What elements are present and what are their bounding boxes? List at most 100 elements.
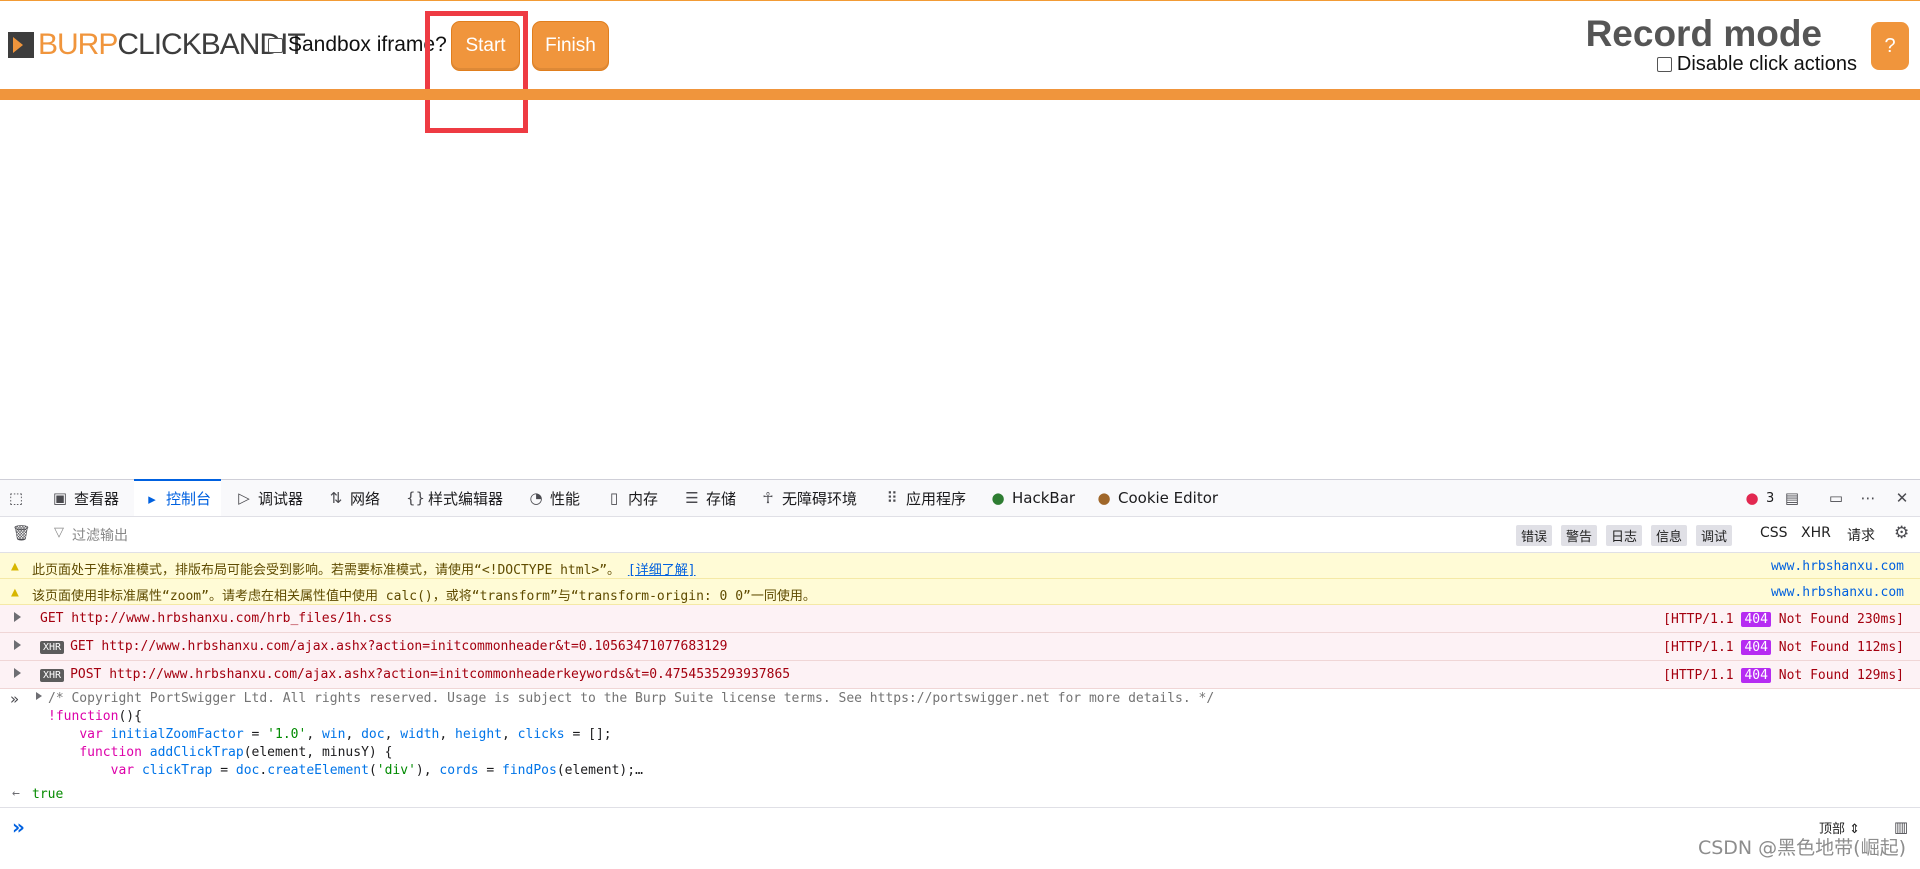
tab-label: 查看器 xyxy=(74,489,120,508)
level-error[interactable]: 错误 xyxy=(1516,525,1553,546)
tab-label: 存储 xyxy=(706,489,737,508)
warning-text: 该页面使用非标准属性“zoom”。请考虑在相关属性值中使用 calc()，或将“… xyxy=(32,589,816,604)
http-status: [HTTP/1.1 404 Not Found 112ms] xyxy=(1663,640,1904,655)
disable-click-actions-option[interactable]: Disable click actions xyxy=(1656,53,1857,76)
tab-label: HackBar xyxy=(1012,489,1076,507)
http-status: [HTTP/1.1 404 Not Found 129ms] xyxy=(1663,668,1904,683)
status-code-badge: 404 xyxy=(1741,668,1771,683)
more-options-icon[interactable]: ⋯ xyxy=(1860,480,1882,516)
console-code-input: /* Copyright PortSwigger Ltd. All rights… xyxy=(48,691,1215,778)
help-button[interactable]: ? xyxy=(1871,22,1909,70)
tab-memory[interactable]: ▯ 内存 xyxy=(606,480,658,516)
result-value: true xyxy=(32,787,64,802)
sandbox-label: Sandbox iframe? xyxy=(288,33,447,56)
console-warning-row: ▲ 该页面使用非标准属性“zoom”。请考虑在相关属性值中使用 calc()，或… xyxy=(0,579,1920,605)
trash-icon[interactable]: 🗑 xyxy=(12,524,31,542)
filter-input[interactable]: 过滤输出 xyxy=(72,525,128,545)
tab-label: 无障碍环境 xyxy=(782,489,858,508)
orange-divider xyxy=(0,89,1920,100)
braces-icon: {} xyxy=(406,489,426,507)
tab-label: Cookie Editor xyxy=(1118,489,1219,507)
accessibility-icon: ☥ xyxy=(762,489,774,507)
warning-icon: ▲ xyxy=(11,559,19,574)
http-version: [HTTP/1.1 xyxy=(1663,640,1734,655)
grid-icon: ⠿ xyxy=(886,489,898,507)
tab-label: 网络 xyxy=(350,489,381,508)
xhr-badge: XHR xyxy=(40,669,65,682)
error-counter[interactable]: ● 3 xyxy=(1744,480,1774,516)
finish-button[interactable]: Finish xyxy=(532,21,609,71)
close-devtools-icon[interactable]: ✕ xyxy=(1894,480,1916,516)
error-count: 3 xyxy=(1766,490,1775,506)
warning-message: 此页面处于准标准模式，排版布局可能会受到影响。若需要标准模式，请使用“<!DOC… xyxy=(32,559,696,578)
csdn-watermark: CSDN @黑色地带(崛起) xyxy=(1697,837,1906,859)
devtools-panel: ⬚ ▣ 查看器 ▸ 控制台 ▷ 调试器 ⇅ 网络 {} 样式编辑器 ◔ 性能 ▯ 内存 ☰ 存储… xyxy=(0,479,1920,869)
burp-logo-icon xyxy=(8,32,34,58)
filter-xhr[interactable]: XHR xyxy=(1801,525,1831,541)
request-text: GET http://www.hrbshanxu.com/hrb_files/1… xyxy=(40,611,393,626)
storage-icon: ☰ xyxy=(685,489,699,507)
tab-style-editor[interactable]: {} 样式编辑器 xyxy=(406,480,503,516)
warning-text: 此页面处于准标准模式，排版布局可能会受到影响。若需要标准模式，请使用“<!DOC… xyxy=(32,563,621,578)
source-link[interactable]: www.hrbshanxu.com xyxy=(1771,585,1904,600)
http-version: [HTTP/1.1 xyxy=(1663,668,1734,683)
expand-arrow-icon[interactable] xyxy=(14,612,21,622)
responsive-design-icon[interactable]: ▭ xyxy=(1828,480,1850,516)
console-icon: ▸ xyxy=(148,489,156,508)
input-chevron-icon: » xyxy=(10,690,20,708)
learn-more-link[interactable]: [详细了解] xyxy=(628,563,696,578)
console-error-row[interactable]: XHR GET http://www.hrbshanxu.com/ajax.ash… xyxy=(0,633,1920,661)
tab-accessibility[interactable]: ☥ 无障碍环境 xyxy=(760,480,857,516)
level-info[interactable]: 信息 xyxy=(1651,525,1688,546)
gauge-icon: ◔ xyxy=(529,489,543,507)
tab-application[interactable]: ⠿ 应用程序 xyxy=(884,480,967,516)
request-message: XHR GET http://www.hrbshanxu.com/ajax.ash… xyxy=(40,639,728,654)
network-icon: ⇅ xyxy=(329,489,343,507)
source-link[interactable]: www.hrbshanxu.com xyxy=(1771,559,1904,574)
filter-css[interactable]: CSS xyxy=(1760,525,1788,541)
expand-arrow-icon[interactable] xyxy=(36,692,42,700)
expand-arrow-icon[interactable] xyxy=(14,640,21,650)
split-console-icon[interactable]: ▤ xyxy=(1784,480,1806,516)
inspector-icon: ▣ xyxy=(52,489,68,507)
result-arrow-icon: ← xyxy=(12,786,20,801)
tab-hackbar[interactable]: ● HackBar xyxy=(990,480,1075,516)
mode-title: Record mode xyxy=(1585,13,1822,54)
console-error-row[interactable]: GET http://www.hrbshanxu.com/hrb_files/1… xyxy=(0,605,1920,633)
expand-arrow-icon[interactable] xyxy=(14,668,21,678)
tab-inspector[interactable]: ▣ 查看器 xyxy=(52,480,119,516)
level-warning[interactable]: 警告 xyxy=(1561,525,1598,546)
request-text: POST http://www.hrbshanxu.com/ajax.ashx?… xyxy=(70,667,791,682)
console-filter-bar: 🗑 ▽ 过滤输出 错误 警告 日志 信息 调试 CSS XHR 请求 ⚙ xyxy=(0,516,1920,553)
tab-label: 样式编辑器 xyxy=(428,489,504,508)
error-icon: ● xyxy=(1745,489,1759,507)
tab-cookie-editor[interactable]: ● Cookie Editor xyxy=(1096,480,1218,516)
tab-network[interactable]: ⇅ 网络 xyxy=(328,480,380,516)
sandbox-iframe-option[interactable]: Sandbox iframe? xyxy=(268,33,447,57)
level-debug[interactable]: 调试 xyxy=(1696,525,1733,546)
debugger-icon: ▷ xyxy=(238,489,250,507)
status-text: Not Found 230ms] xyxy=(1778,612,1904,627)
disable-click-actions-checkbox[interactable] xyxy=(1656,57,1672,72)
sandbox-checkbox[interactable] xyxy=(268,37,283,53)
level-log[interactable]: 日志 xyxy=(1606,525,1643,546)
logo-burp: BURP xyxy=(38,28,118,61)
filter-requests[interactable]: 请求 xyxy=(1847,525,1875,545)
cookie-icon: ● xyxy=(1097,489,1111,507)
filter-icon: ▽ xyxy=(54,525,64,540)
disable-click-actions-label: Disable click actions xyxy=(1676,53,1857,75)
tab-label: 调试器 xyxy=(258,489,304,508)
console-prompt-icon[interactable]: » xyxy=(12,815,25,839)
xhr-badge: XHR xyxy=(40,641,65,654)
tab-console[interactable]: ▸ 控制台 xyxy=(134,479,222,516)
tab-debugger[interactable]: ▷ 调试器 xyxy=(236,480,303,516)
console-result-row: ← true xyxy=(0,782,1920,808)
http-status: [HTTP/1.1 404 Not Found 230ms] xyxy=(1663,612,1904,627)
console-error-row[interactable]: XHR POST http://www.hrbshanxu.com/ajax.as… xyxy=(0,661,1920,689)
devtools-toolbar: ⬚ ▣ 查看器 ▸ 控制台 ▷ 调试器 ⇅ 网络 {} 样式编辑器 ◔ 性能 ▯ 内存 ☰ 存储… xyxy=(0,479,1920,517)
status-code-badge: 404 xyxy=(1741,640,1771,655)
element-picker-icon[interactable]: ⬚ xyxy=(8,480,30,516)
tab-storage[interactable]: ☰ 存储 xyxy=(684,480,736,516)
settings-gear-icon[interactable]: ⚙ xyxy=(1894,523,1909,543)
tab-performance[interactable]: ◔ 性能 xyxy=(528,480,580,516)
